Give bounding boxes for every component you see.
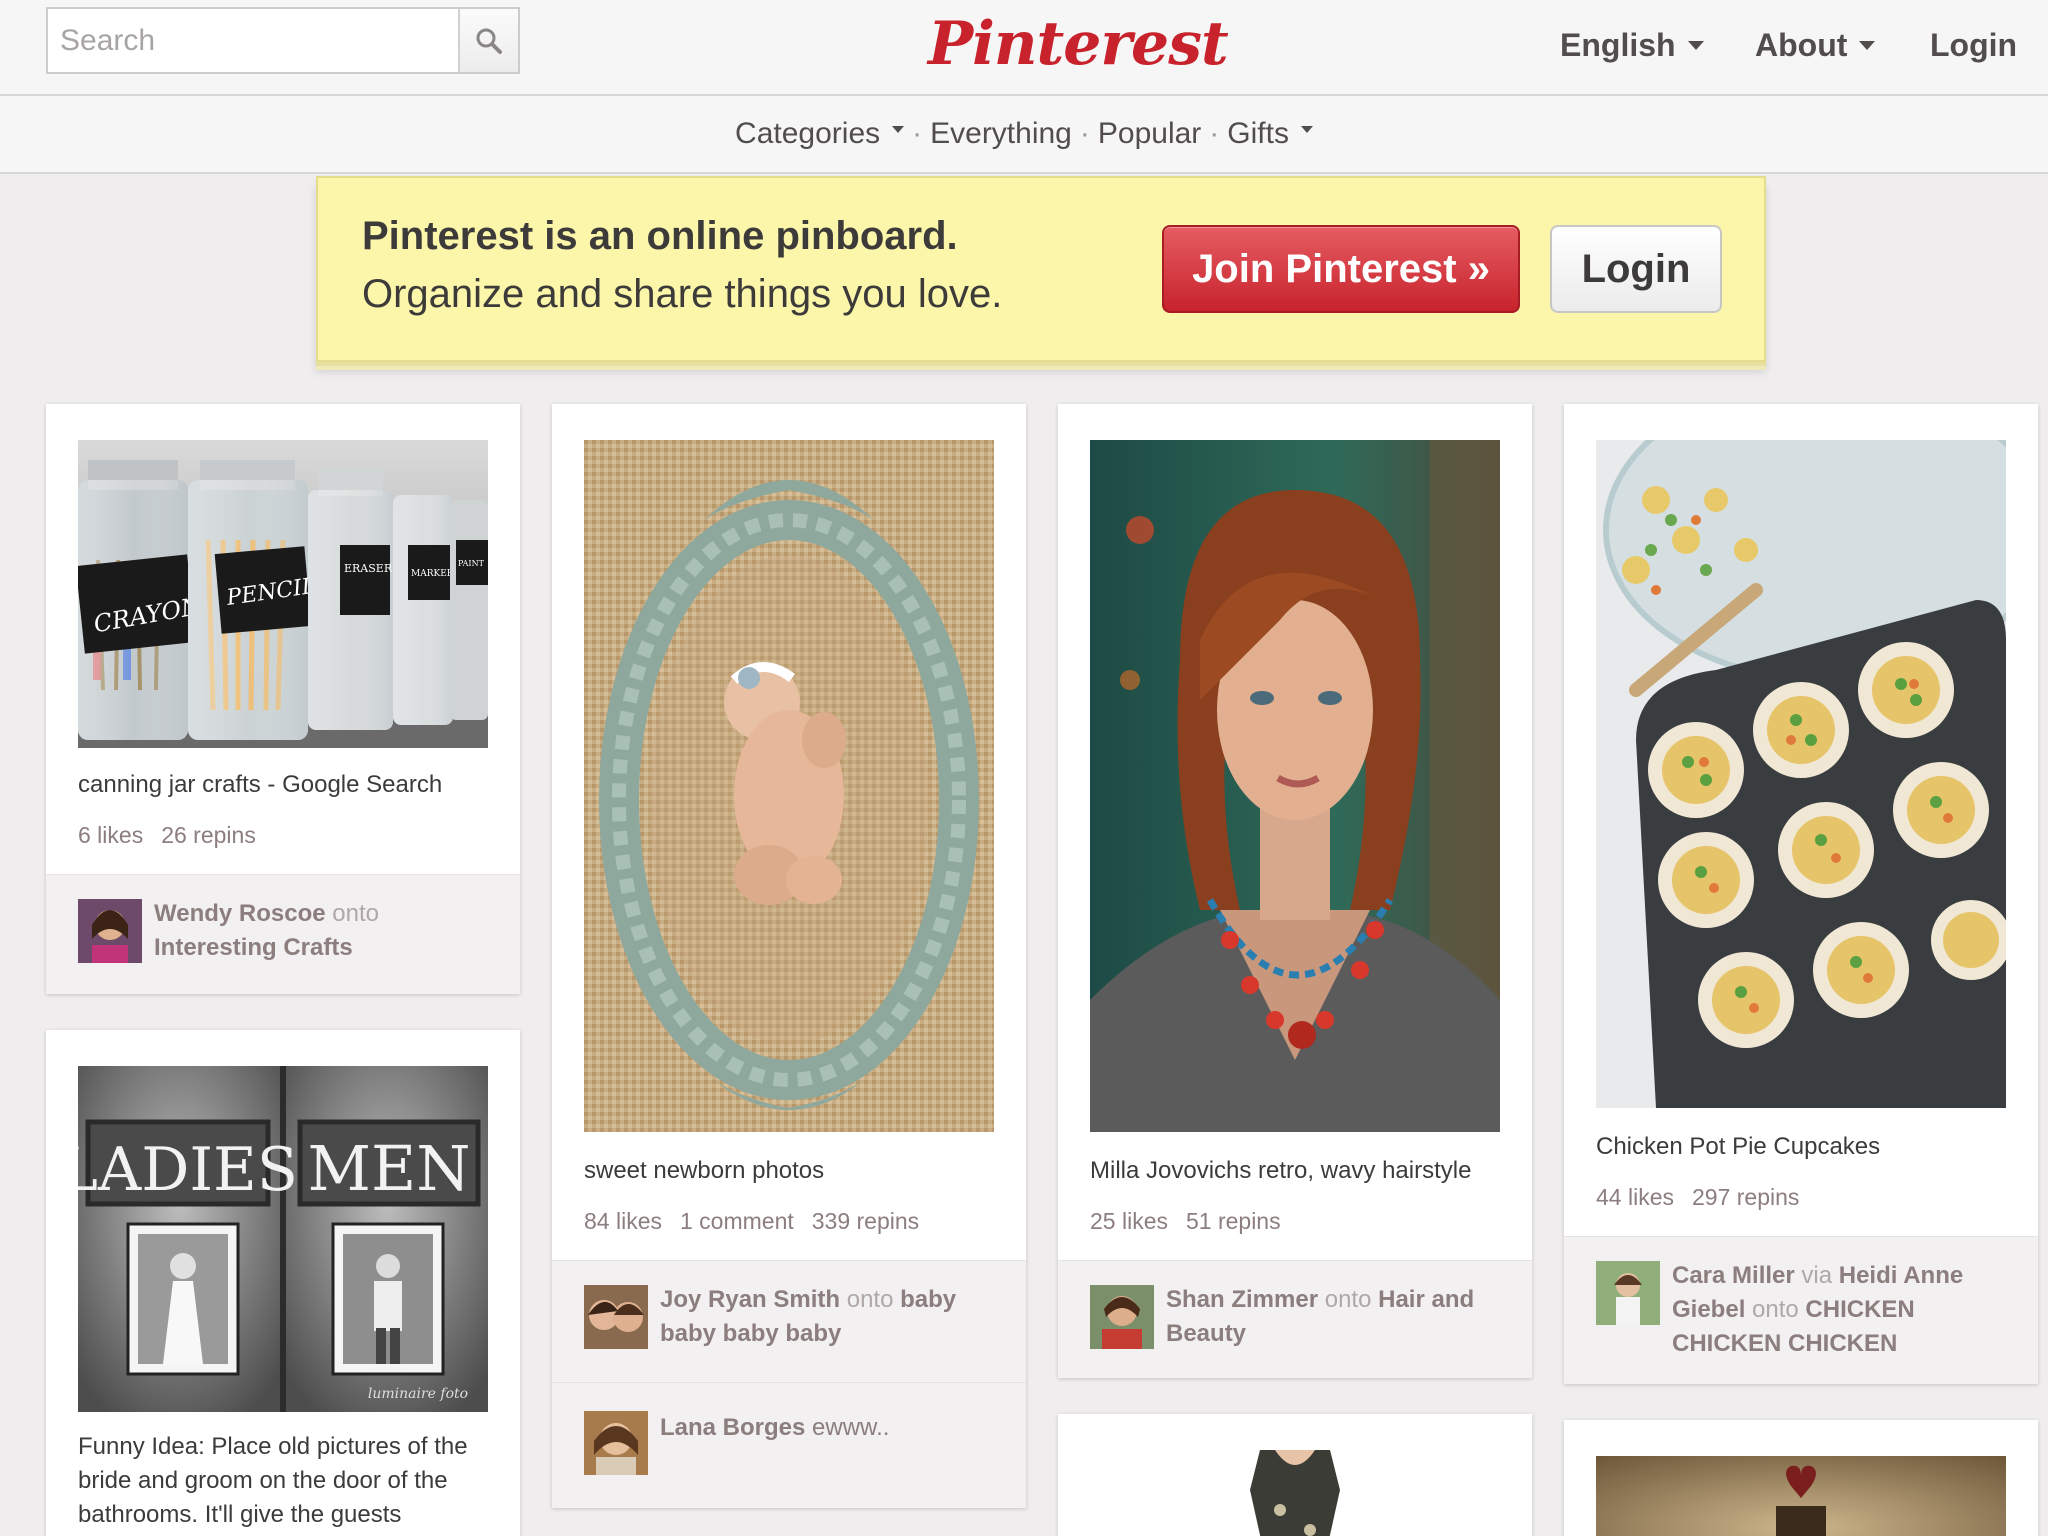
banner-login-button[interactable]: Login [1550, 225, 1722, 313]
pin-stats: 6 likes 26 repins [78, 822, 274, 849]
pinner-name[interactable]: Joy Ryan Smith [660, 1286, 840, 1313]
pin-description: Funny Idea: Place old pictures of the br… [78, 1433, 468, 1528]
nav-gifts[interactable]: Gifts [1227, 117, 1313, 151]
nav-about-label: About [1755, 26, 1848, 63]
pin-stats: 25 likes 51 repins [1090, 1208, 1299, 1235]
pin-description: canning jar crafts - Google Search [78, 771, 443, 798]
chevron-down-icon [1300, 125, 1313, 133]
attribution-joiner: onto [846, 1286, 894, 1313]
pin-card[interactable]: Chicken Pot Pie Cupcakes 44 likes 297 rep… [1564, 404, 2038, 1384]
repins-count[interactable]: 297 repins [1692, 1184, 1799, 1210]
nav-everything[interactable]: Everything [930, 117, 1072, 151]
search-box [46, 7, 520, 74]
pin-image[interactable] [1596, 1456, 2006, 1536]
repins-count[interactable]: 51 repins [1186, 1208, 1281, 1234]
attribution-joiner: via [1801, 1262, 1833, 1289]
attribution-text: Shan Zimmer onto Hair and Beauty [1166, 1283, 1506, 1351]
attribution-joiner: onto [1752, 1296, 1799, 1323]
pin-image[interactable]: LADIES MEN luminaire foto [78, 1066, 488, 1412]
pin-card[interactable]: CRAYONS PENCILS ERASERS SANDS MARKERS PA… [46, 404, 520, 994]
sign-text: LADIES [78, 1135, 298, 1205]
comment-text: Lana Borges ewww.. [660, 1411, 1000, 1445]
separator: · [1209, 117, 1220, 150]
pin-image[interactable] [1090, 440, 1500, 1132]
pin-image[interactable] [584, 440, 994, 1132]
avatar[interactable] [1090, 1285, 1154, 1349]
nav-categories-label: Categories [735, 117, 881, 150]
jar-label: PAINT [458, 559, 485, 568]
likes-count[interactable]: 25 likes [1090, 1208, 1168, 1234]
banner-title: Pinterest is an online pinboard. [362, 214, 958, 258]
attribution-text: Joy Ryan Smith onto baby baby baby baby [660, 1283, 1000, 1351]
pin-image[interactable]: CRAYONS PENCILS ERASERS SANDS MARKERS PA… [78, 440, 488, 748]
join-pinterest-button[interactable]: Join Pinterest » [1162, 225, 1520, 313]
pin-description: Milla Jovovichs retro, wavy hairstyle [1090, 1157, 1472, 1184]
nav-login-label: Login [1930, 26, 2018, 63]
avatar[interactable] [78, 899, 142, 963]
pin-attribution: Joy Ryan Smith onto baby baby baby baby [552, 1260, 1026, 1382]
pin-image[interactable] [1596, 440, 2006, 1108]
search-button[interactable] [458, 9, 518, 72]
nav-language[interactable]: English [1560, 22, 1704, 68]
likes-count[interactable]: 6 likes [78, 822, 143, 848]
pinterest-logo[interactable]: Pinterest [928, 8, 1229, 80]
nav-about[interactable]: About [1755, 22, 1876, 68]
sign-text: MEN [308, 1132, 471, 1205]
pin-description: Chicken Pot Pie Cupcakes [1596, 1133, 1881, 1160]
photo-watermark: luminaire foto [368, 1386, 468, 1402]
chevron-down-icon [1687, 40, 1704, 50]
pin-stats: 84 likes 1 comment 339 repins [584, 1208, 937, 1235]
pin-card[interactable]: sweet newborn photos 84 likes 1 comment 33… [552, 404, 1026, 1508]
pin-attribution: Wendy Roscoe onto Interesting Crafts [46, 874, 520, 994]
pinner-name[interactable]: Shan Zimmer [1166, 1286, 1318, 1313]
pin-attribution: Shan Zimmer onto Hair and Beauty [1058, 1260, 1532, 1378]
nav-login[interactable]: Login [1930, 22, 2017, 68]
attribution-text: Cara Miller via Heidi Anne Giebel onto C… [1672, 1259, 2012, 1361]
pin-card[interactable]: LADIES MEN luminaire foto Funny Idea: Pl… [46, 1030, 520, 1536]
pinner-name[interactable]: Wendy Roscoe [154, 900, 326, 927]
pin-description: sweet newborn photos [584, 1157, 825, 1184]
avatar[interactable] [1596, 1261, 1660, 1325]
nav-language-label: English [1560, 26, 1676, 63]
pin-stats: 44 likes 297 repins [1596, 1184, 1817, 1211]
pin-card[interactable] [1564, 1420, 2038, 1536]
attribution-joiner: onto [332, 900, 379, 927]
search-icon [475, 27, 503, 55]
nav-categories[interactable]: Categories [735, 117, 905, 151]
pin-card[interactable]: Milla Jovovichs retro, wavy hairstyle 25… [1058, 404, 1532, 1378]
pin-attribution: Cara Miller via Heidi Anne Giebel onto C… [1564, 1236, 2038, 1384]
likes-count[interactable]: 44 likes [1596, 1184, 1674, 1210]
likes-count[interactable]: 84 likes [584, 1208, 662, 1234]
search-input[interactable] [48, 9, 458, 72]
pinner-name[interactable]: Cara Miller [1672, 1262, 1795, 1289]
nav-gifts-label: Gifts [1227, 117, 1289, 150]
board-name[interactable]: Interesting Crafts [154, 934, 353, 961]
attribution-text: Wendy Roscoe onto Interesting Crafts [154, 897, 494, 965]
avatar[interactable] [584, 1285, 648, 1349]
pin-card[interactable] [1058, 1414, 1532, 1536]
separator: · [912, 117, 923, 150]
banner-subtitle: Organize and share things you love. [362, 272, 1003, 316]
chevron-down-icon [1859, 40, 1876, 50]
attribution-joiner: onto [1324, 1286, 1372, 1313]
pin-image[interactable] [1090, 1450, 1500, 1536]
nav-popular[interactable]: Popular [1098, 117, 1201, 151]
comments-count[interactable]: 1 comment [680, 1208, 794, 1234]
comment-body: ewww.. [812, 1414, 890, 1441]
repins-count[interactable]: 339 repins [812, 1208, 919, 1234]
category-nav: Categories · Everything · Popular · Gift… [0, 96, 2048, 174]
commenter-name[interactable]: Lana Borges [660, 1414, 805, 1441]
repins-count[interactable]: 26 repins [161, 822, 256, 848]
pin-comment: Lana Borges ewww.. [552, 1382, 1026, 1508]
top-header: Pinterest English About Login [0, 0, 2048, 96]
separator: · [1079, 117, 1090, 150]
avatar[interactable] [584, 1411, 648, 1475]
welcome-banner: Pinterest is an online pinboard. Organiz… [316, 176, 1766, 362]
chevron-down-icon [892, 125, 905, 133]
